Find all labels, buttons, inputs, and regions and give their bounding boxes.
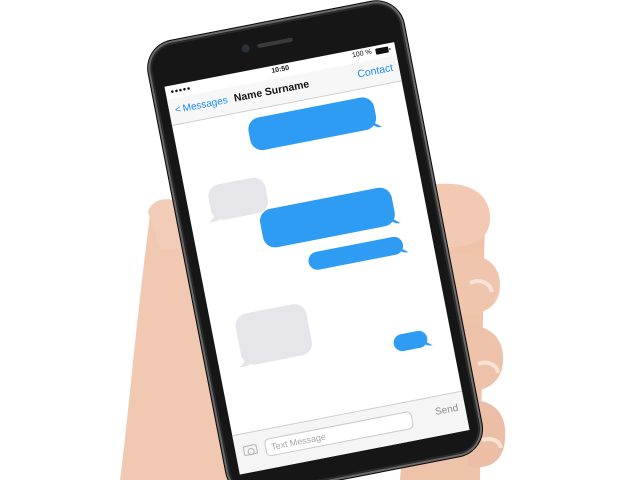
stage: ●●●●● 10:50 100 % <Messages Name Surname…	[0, 0, 640, 480]
message-thread[interactable]	[172, 81, 462, 435]
back-to-messages-button[interactable]: <Messages	[174, 95, 229, 116]
message-bubble-outgoing[interactable]	[392, 329, 429, 353]
message-bubble-outgoing[interactable]	[306, 235, 405, 272]
chevron-left-icon: <	[174, 104, 183, 117]
message-bubble-incoming[interactable]	[233, 302, 315, 367]
camera-icon[interactable]	[242, 443, 259, 457]
back-label: Messages	[181, 95, 229, 115]
speaker-grille	[257, 37, 294, 49]
send-button[interactable]: Send	[434, 403, 459, 418]
battery-percentage: 100 %	[351, 48, 373, 60]
battery-icon	[375, 46, 390, 55]
contact-button[interactable]: Contact	[356, 62, 394, 81]
front-camera-icon	[240, 43, 251, 54]
